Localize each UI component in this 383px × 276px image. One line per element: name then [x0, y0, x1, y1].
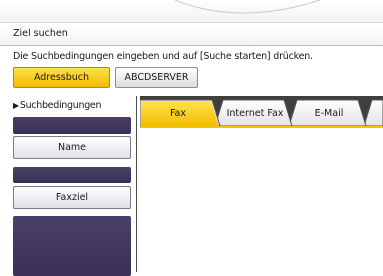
- address-book-button[interactable]: Adressbuch: [13, 67, 110, 88]
- name-button[interactable]: Name: [13, 136, 131, 159]
- fax-destination-button[interactable]: Faxziel: [13, 186, 131, 209]
- name-value-display: [13, 117, 131, 134]
- title-bar: Ziel suchen: [0, 22, 383, 46]
- tab-strip: Fax Internet Fax E-Mail: [139, 96, 383, 127]
- search-criteria-text: Suchbedingungen: [19, 100, 102, 111]
- instruction-text: Die Suchbedingungen eingeben und auf [Su…: [13, 51, 313, 62]
- top-decoration-band: [0, 0, 383, 22]
- page-title: Ziel suchen: [13, 28, 68, 39]
- tab-internet-fax[interactable]: Internet Fax: [222, 108, 288, 119]
- search-criteria-label: ▶Suchbedingungen: [13, 100, 102, 111]
- tab-fax[interactable]: Fax: [148, 108, 208, 119]
- criteria-panel-area: [13, 216, 131, 276]
- tab-content-top-border: [140, 126, 383, 128]
- triangle-right-icon: ▶: [13, 101, 19, 110]
- ldap-server-button[interactable]: ABCDSERVER: [115, 67, 198, 88]
- tab-overflow[interactable]: [363, 99, 383, 127]
- tab-email[interactable]: E-Mail: [296, 108, 362, 119]
- fax-destination-value-display: [13, 167, 131, 183]
- top-arc-decoration: [174, 0, 321, 14]
- panel-divider: [136, 96, 137, 272]
